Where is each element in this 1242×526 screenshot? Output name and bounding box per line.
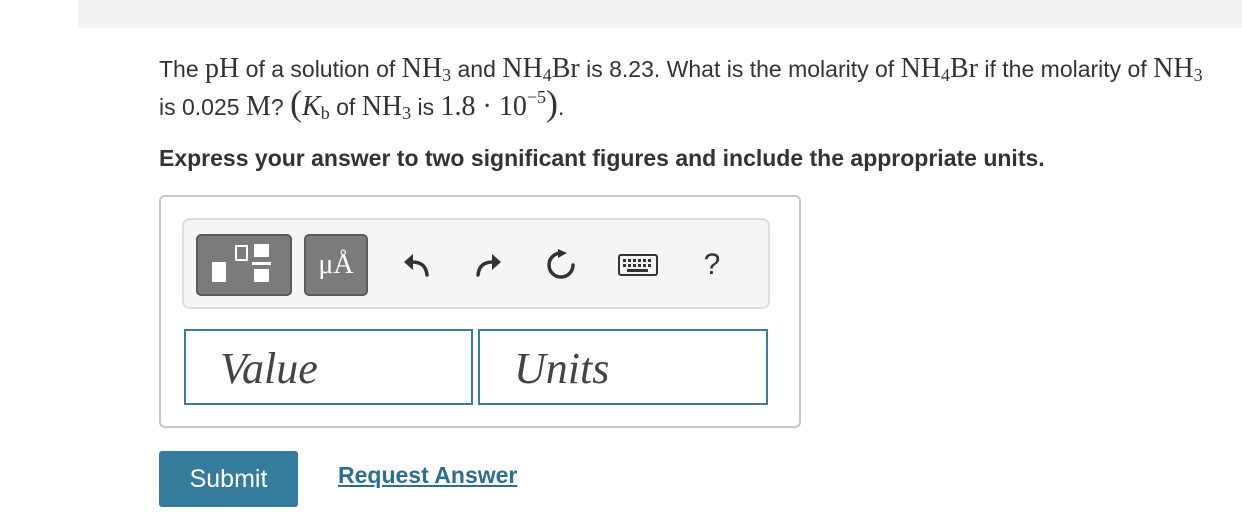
units-placeholder: Units [514,344,610,393]
math-toolbar: μÅ ? [182,218,770,309]
submit-button[interactable]: Submit [159,451,298,507]
value-placeholder: Value [220,344,318,393]
units-input[interactable]: Units [478,329,768,405]
redo-icon [476,254,501,277]
reset-icon [547,249,575,279]
keyboard-icon [618,254,658,276]
answer-instruction: Express your answer to two significant f… [159,145,1045,171]
question-text: The pH of a solution of NH3 and NH4Br is… [159,53,1203,123]
reset-button[interactable] [538,242,584,288]
request-answer-link[interactable]: Request Answer [338,462,517,489]
top-bar [78,0,1242,28]
units-symbol-button[interactable]: μÅ [304,234,368,296]
undo-button[interactable] [393,242,439,288]
value-input[interactable]: Value [184,329,473,405]
undo-icon [404,254,429,277]
keyboard-button[interactable] [615,242,661,288]
help-button[interactable]: ? [689,242,735,288]
templates-button[interactable] [196,234,292,296]
redo-button[interactable] [466,242,512,288]
templates-icon [212,244,271,282]
